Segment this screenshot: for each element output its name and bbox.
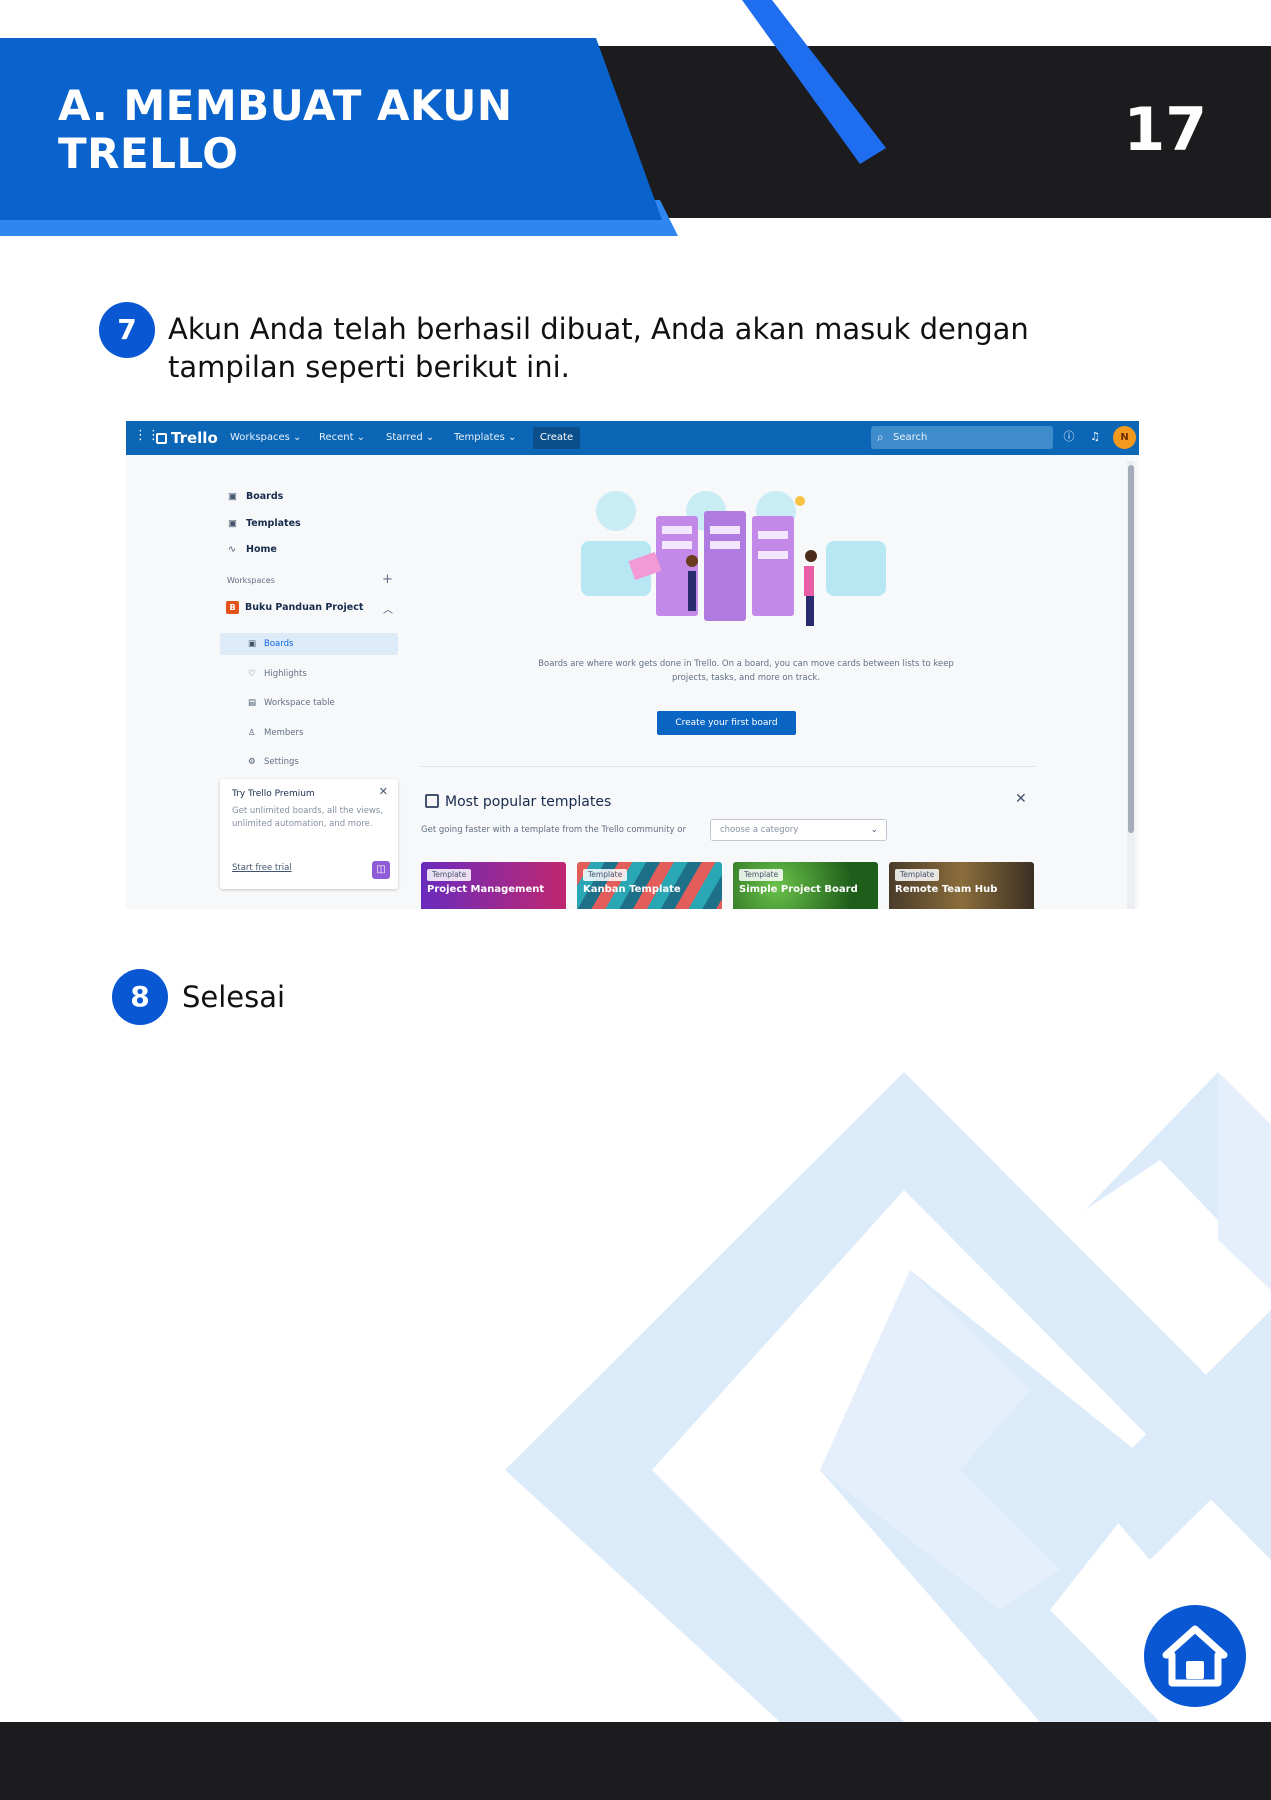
- workspace-sub-table[interactable]: ▤ Workspace table: [248, 697, 335, 709]
- chevron-down-icon: ⌄: [870, 825, 878, 835]
- nav-menu-starred[interactable]: Starred ⌄: [386, 431, 434, 445]
- template-icon: ▣: [228, 518, 237, 529]
- trello-logo[interactable]: Trello: [156, 428, 218, 448]
- page-number: 17: [1123, 95, 1208, 165]
- page-title: A. MEMBUAT AKUN TRELLO: [58, 81, 513, 178]
- close-icon[interactable]: ✕: [1015, 791, 1027, 807]
- members-icon: ♙: [248, 728, 256, 738]
- step-text: Akun Anda telah berhasil dibuat, Anda ak…: [168, 312, 1029, 384]
- template-card[interactable]: Template Remote Team Hub: [889, 862, 1034, 909]
- table-icon: ▤: [248, 698, 257, 708]
- board-icon: ▣: [228, 491, 237, 502]
- premium-promo-card: Try Trello Premium ✕ Get unlimited board…: [220, 779, 398, 889]
- premium-badge-icon: ◫: [372, 861, 390, 879]
- step-number-badge: 8: [112, 969, 168, 1025]
- template-card[interactable]: Template Kanban Template: [577, 862, 722, 909]
- search-icon: ⌕: [877, 430, 884, 444]
- trello-screenshot: ⋮⋮ Trello Workspaces ⌄ Recent ⌄ Starred …: [126, 421, 1139, 909]
- promo-title: Try Trello Premium: [232, 789, 315, 799]
- sidebar-item-home[interactable]: ∿ Home: [228, 543, 277, 557]
- workspace-sub-highlights[interactable]: ♡ Highlights: [248, 668, 307, 680]
- template-name: Kanban Template: [583, 884, 681, 895]
- workspace-sub-settings[interactable]: ⚙ Settings: [248, 756, 299, 768]
- trello-top-nav: ⋮⋮ Trello Workspaces ⌄ Recent ⌄ Starred …: [126, 421, 1139, 455]
- workspace-item[interactable]: B Buku Panduan Project: [226, 601, 363, 615]
- template-tag: Template: [739, 869, 784, 881]
- divider: [421, 766, 1036, 767]
- sidebar-item-templates[interactable]: ▣ Templates: [228, 517, 301, 531]
- boards-description: Boards are where work gets done in Trell…: [538, 659, 954, 683]
- nav-menu-workspaces[interactable]: Workspaces ⌄: [230, 431, 301, 445]
- template-name: Simple Project Board: [739, 884, 858, 895]
- template-icon: [425, 794, 439, 808]
- trello-logo-icon: [156, 433, 167, 444]
- boards-illustration: [581, 491, 886, 626]
- trello-logo-text: Trello: [171, 429, 218, 447]
- board-icon: ▣: [248, 639, 257, 649]
- sidebar-section-label: Workspaces: [227, 576, 275, 585]
- promo-description: Get unlimited boards, all the views, unl…: [232, 806, 384, 829]
- template-card[interactable]: Template Simple Project Board: [733, 862, 878, 909]
- nav-menu-templates[interactable]: Templates ⌄: [454, 431, 516, 445]
- apps-grid-icon[interactable]: ⋮⋮: [134, 429, 160, 443]
- template-name: Project Management: [427, 884, 545, 895]
- templates-heading: Most popular templates: [425, 793, 611, 811]
- chevron-up-icon[interactable]: ︿: [383, 601, 393, 616]
- active-item-highlight: [220, 633, 398, 655]
- sidebar-item-boards[interactable]: ▣ Boards: [228, 490, 283, 504]
- close-icon[interactable]: ✕: [379, 785, 388, 798]
- step-number-badge: 7: [99, 302, 155, 358]
- scrollbar[interactable]: [1127, 461, 1135, 909]
- step-text: Selesai: [182, 980, 286, 1014]
- nav-menu-recent[interactable]: Recent ⌄: [319, 431, 365, 445]
- category-select[interactable]: choose a category ⌄: [710, 819, 887, 841]
- footer-bar: [0, 1722, 1271, 1800]
- templates-subtitle: Get going faster with a template from th…: [421, 825, 686, 835]
- add-workspace-icon[interactable]: +: [382, 572, 393, 587]
- avatar[interactable]: N: [1113, 426, 1136, 449]
- create-button[interactable]: Create: [533, 427, 580, 449]
- home-icon: [1162, 1625, 1228, 1687]
- scrollbar-thumb[interactable]: [1128, 465, 1134, 833]
- workspace-icon: B: [226, 601, 239, 614]
- search-input[interactable]: ⌕ Search: [871, 426, 1053, 449]
- workspace-sub-members[interactable]: ♙ Members: [248, 727, 303, 739]
- gear-icon: ⚙: [248, 757, 256, 767]
- bell-icon[interactable]: ♫: [1087, 429, 1103, 445]
- template-name: Remote Team Hub: [895, 884, 998, 895]
- home-pulse-icon: ∿: [228, 544, 236, 555]
- home-button[interactable]: [1144, 1605, 1246, 1707]
- template-tag: Template: [427, 869, 472, 881]
- info-icon[interactable]: ⓘ: [1061, 429, 1077, 445]
- heart-icon: ♡: [248, 669, 256, 679]
- workspace-sub-boards[interactable]: ▣ Boards: [248, 638, 293, 650]
- template-tag: Template: [895, 869, 940, 881]
- template-tag: Template: [583, 869, 628, 881]
- template-card[interactable]: Template Project Management: [421, 862, 566, 909]
- create-first-board-button[interactable]: Create your first board: [657, 711, 796, 735]
- start-trial-link[interactable]: Start free trial: [232, 863, 292, 873]
